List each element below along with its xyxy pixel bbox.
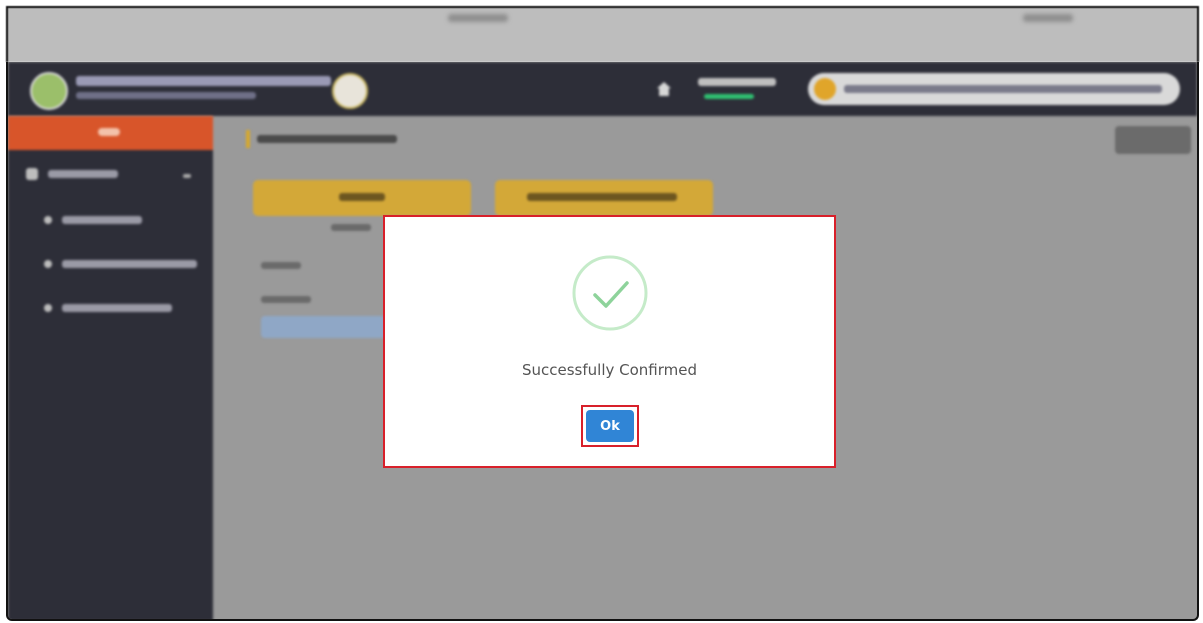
home-icon[interactable] xyxy=(657,82,671,96)
bullet-icon xyxy=(44,216,52,224)
chevron-down-icon xyxy=(183,174,191,178)
timer-progress-bar xyxy=(704,94,754,99)
welcome-text-blurred xyxy=(844,85,1162,93)
menu-icon xyxy=(26,168,38,180)
action-button-blurred[interactable] xyxy=(261,316,401,338)
bullet-icon xyxy=(44,260,52,268)
tab-label-blurred xyxy=(339,193,385,201)
sidebar-logo-mark xyxy=(98,128,120,136)
brand-title-blurred xyxy=(76,76,331,86)
bullet-icon xyxy=(44,304,52,312)
browser-top-strip xyxy=(6,6,1199,62)
sidebar-item-label-blurred xyxy=(62,304,172,312)
page-title-blurred xyxy=(257,135,397,143)
brand-subtitle-blurred xyxy=(76,92,256,99)
ok-button[interactable]: Ok xyxy=(586,410,634,442)
tab-label-blurred xyxy=(527,193,677,201)
sidebar-item-label-blurred xyxy=(62,260,197,268)
timer-blurred xyxy=(698,78,776,86)
dialog-message: Successfully Confirmed xyxy=(521,361,698,379)
browser-tab-blur xyxy=(1023,14,1073,22)
user-welcome-menu[interactable] xyxy=(808,73,1180,105)
page-title-accent xyxy=(246,130,250,148)
browser-tab-blur xyxy=(448,14,508,22)
tab-card-2[interactable] xyxy=(495,180,713,216)
ok-button-highlight: Ok xyxy=(581,405,639,447)
tab-card-1[interactable] xyxy=(253,180,471,216)
avatar xyxy=(814,78,836,100)
emblem-icon xyxy=(332,73,368,109)
sidebar-item-label-blurred xyxy=(62,216,142,224)
sidebar-item-label-blurred xyxy=(48,170,118,178)
back-button[interactable] xyxy=(1115,126,1191,154)
logo-icon xyxy=(30,72,68,110)
sidebar-header xyxy=(8,116,213,150)
success-dialog: Successfully Confirmed Ok xyxy=(383,215,836,468)
row-label-blurred xyxy=(261,262,301,269)
row-label-blurred xyxy=(261,296,311,303)
success-check-icon xyxy=(572,255,648,331)
sidebar xyxy=(8,116,213,619)
row-label-blurred xyxy=(331,224,371,231)
app-header xyxy=(8,62,1197,116)
